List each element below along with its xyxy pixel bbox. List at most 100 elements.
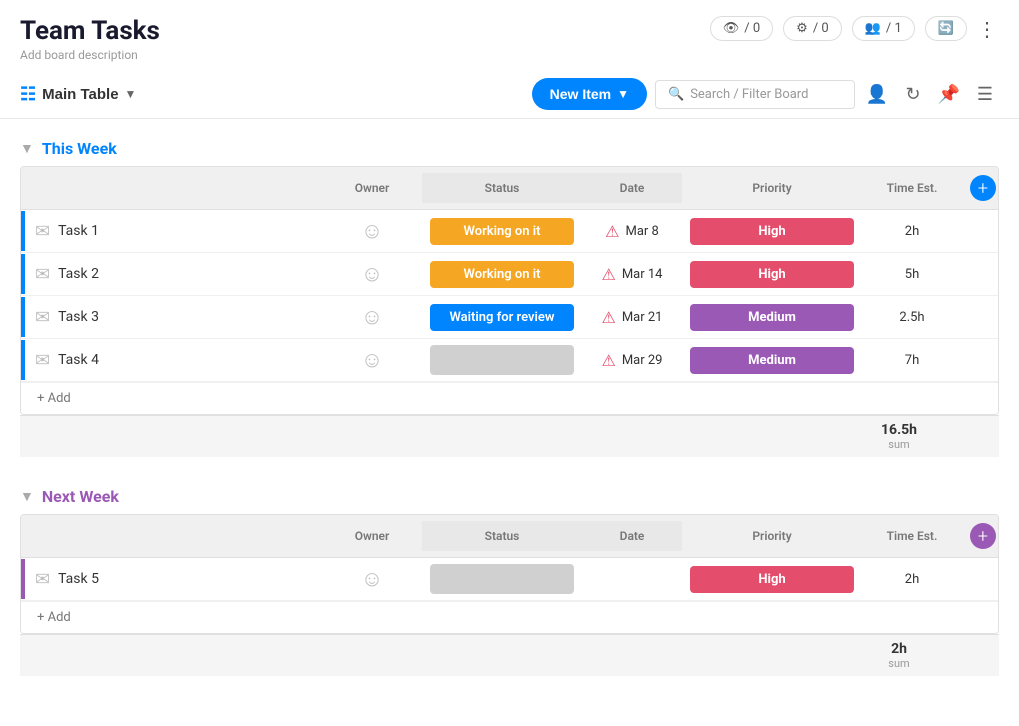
sum-label: sum — [849, 657, 949, 670]
this-week-header-row: Owner Status Date Priority Time Est. + — [21, 167, 998, 210]
sum-row-next-week: 2h sum — [20, 634, 999, 676]
new-item-button[interactable]: New Item ▼ — [532, 78, 647, 110]
search-filter-box[interactable]: 🔍 Search / Filter Board — [655, 80, 855, 109]
cell-status[interactable] — [422, 339, 582, 381]
comment-icon[interactable]: ✉ — [35, 569, 50, 590]
stat-person[interactable]: 👥 / 1 — [852, 16, 915, 41]
cell-date — [582, 571, 682, 587]
integrate-icon: 🔄 — [938, 21, 954, 36]
group-this-week-toggle[interactable]: ▼ — [20, 140, 34, 157]
cell-task-name: ✉ Task 1 — [25, 213, 322, 250]
toolbar: ☷ Main Table ▼ New Item ▼ 🔍 Search / Fil… — [0, 70, 1019, 119]
main-table-label: Main Table — [42, 86, 118, 103]
table-row: ✉ Task 3 ☺ Waiting for review ⚠ Mar 21 M… — [21, 296, 998, 339]
cell-priority[interactable]: Medium — [682, 341, 862, 380]
sum-row-this-week: 16.5h sum — [20, 415, 999, 457]
group-next-week-title[interactable]: Next Week — [42, 487, 119, 506]
priority-badge: High — [690, 566, 854, 593]
comment-icon[interactable]: ✉ — [35, 221, 50, 242]
cell-owner: ☺ — [322, 339, 422, 381]
cell-time-est: 2.5h — [862, 302, 962, 333]
cell-owner: ☺ — [322, 253, 422, 295]
cell-status[interactable]: Waiting for review — [422, 298, 582, 337]
group-this-week: ▼ This Week Owner Status Date Priority T… — [20, 139, 999, 457]
next-week-header-row: Owner Status Date Priority Time Est. + — [21, 515, 998, 558]
main-table-button[interactable]: ☷ Main Table ▼ — [20, 84, 136, 105]
automate-icon: ⚙ — [796, 21, 808, 36]
cell-priority[interactable]: High — [682, 255, 862, 294]
date-value: Mar 21 — [622, 310, 663, 325]
filter-icon[interactable]: ☰ — [971, 80, 999, 108]
alert-icon: ⚠ — [601, 351, 615, 370]
cell-status[interactable]: Working on it — [422, 212, 582, 251]
col-header-date: Date — [582, 173, 682, 203]
refresh-icon[interactable]: ↻ — [899, 80, 927, 108]
task-name: Task 3 — [58, 309, 99, 325]
stat-integrate[interactable]: 🔄 — [925, 16, 967, 41]
stat-person-value: / 1 — [886, 21, 902, 36]
avatar[interactable]: ☺ — [361, 566, 383, 592]
cell-time-est: 2h — [862, 216, 962, 247]
task-name: Task 5 — [58, 571, 99, 587]
col-header-owner: Owner — [322, 173, 422, 203]
add-column-button-next-week[interactable]: + — [970, 523, 996, 549]
cell-owner: ☺ — [322, 210, 422, 252]
col-header-priority: Priority — [682, 521, 862, 551]
cell-status[interactable] — [422, 558, 582, 600]
search-icon: 🔍 — [668, 87, 684, 102]
stat-automate[interactable]: ⚙ / 0 — [783, 16, 842, 41]
comment-icon[interactable]: ✉ — [35, 264, 50, 285]
person-icon[interactable]: 👤 — [863, 80, 891, 108]
cell-priority[interactable]: High — [682, 560, 862, 599]
status-badge — [430, 345, 574, 375]
date-value: Mar 14 — [622, 267, 663, 282]
avatar[interactable]: ☺ — [361, 347, 383, 373]
cell-time-est: 2h — [862, 564, 962, 595]
cell-priority[interactable]: Medium — [682, 298, 862, 337]
col-header-time-est: Time Est. — [862, 173, 962, 203]
group-this-week-title[interactable]: This Week — [42, 139, 117, 158]
add-row-label: + Add — [37, 391, 71, 406]
cell-task-name: ✉ Task 4 — [25, 342, 322, 379]
group-next-week-header: ▼ Next Week — [20, 487, 999, 506]
col-header-task — [25, 180, 322, 196]
avatar[interactable]: ☺ — [361, 304, 383, 330]
sum-value: 16.5h — [849, 422, 949, 438]
group-next-week-toggle[interactable]: ▼ — [20, 488, 34, 505]
col-header-owner: Owner — [322, 521, 422, 551]
group-this-week-header: ▼ This Week — [20, 139, 999, 158]
stat-eye[interactable]: 👁 / 0 — [710, 16, 773, 41]
chevron-down-icon: ▼ — [125, 87, 137, 101]
search-placeholder: Search / Filter Board — [690, 87, 808, 102]
add-column-button-this-week[interactable]: + — [970, 175, 996, 201]
sum-box: 2h sum — [849, 641, 949, 670]
pin-icon[interactable]: 📌 — [935, 80, 963, 108]
col-header-priority: Priority — [682, 173, 862, 203]
status-badge: Working on it — [430, 218, 574, 245]
col-header-status: Status — [422, 173, 582, 203]
cell-priority[interactable]: High — [682, 212, 862, 251]
group-next-week-table: Owner Status Date Priority Time Est. + ✉… — [20, 514, 999, 634]
alert-icon: ⚠ — [601, 265, 615, 284]
add-row-button-next-week[interactable]: + Add — [21, 601, 998, 633]
avatar[interactable]: ☺ — [361, 261, 383, 287]
avatar[interactable]: ☺ — [361, 218, 383, 244]
eye-icon: 👁 — [723, 21, 740, 36]
table-row: ✉ Task 1 ☺ Working on it ⚠ Mar 8 High 2h — [21, 210, 998, 253]
stat-automate-value: / 0 — [813, 21, 829, 36]
comment-icon[interactable]: ✉ — [35, 350, 50, 371]
col-header-task — [25, 528, 322, 544]
priority-badge: High — [690, 261, 854, 288]
page-title: Team Tasks — [20, 16, 160, 46]
page-description[interactable]: Add board description — [20, 48, 160, 62]
cell-task-name: ✉ Task 5 — [25, 561, 322, 598]
date-value: Mar 29 — [622, 353, 663, 368]
comment-icon[interactable]: ✉ — [35, 307, 50, 328]
cell-status[interactable]: Working on it — [422, 255, 582, 294]
add-row-button-this-week[interactable]: + Add — [21, 382, 998, 414]
alert-icon: ⚠ — [601, 308, 615, 327]
sum-value: 2h — [849, 641, 949, 657]
cell-date: ⚠ Mar 14 — [582, 257, 682, 292]
cell-time-est: 7h — [862, 345, 962, 376]
more-options-button[interactable]: ⋮ — [977, 17, 999, 41]
